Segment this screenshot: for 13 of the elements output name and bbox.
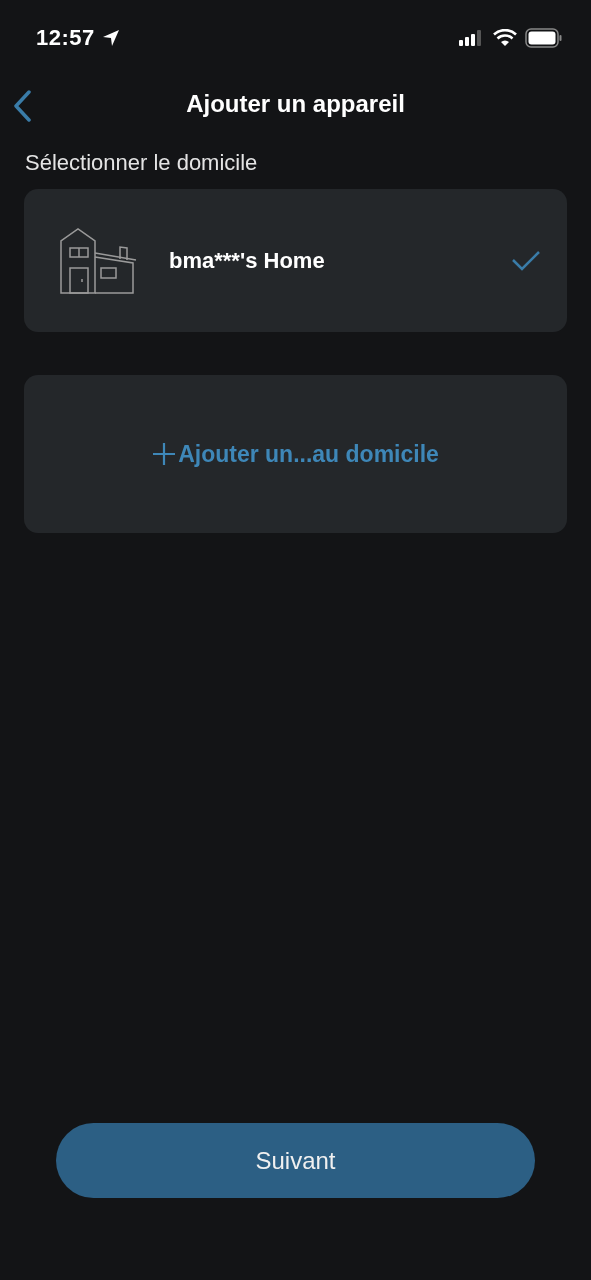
plus-icon	[152, 442, 177, 466]
back-icon	[12, 90, 32, 122]
next-button[interactable]: Suivant	[56, 1123, 535, 1198]
section-label: Sélectionner le domicile	[25, 150, 259, 176]
status-time: 12:57	[36, 25, 95, 51]
screen-title: Ajouter un appareil	[186, 90, 405, 118]
home-name: bma***'s Home	[169, 247, 326, 274]
signal-icon	[459, 30, 483, 46]
house-icon	[60, 227, 137, 294]
battery-icon	[525, 28, 563, 48]
home-option[interactable]: bma***'s Home	[24, 189, 567, 332]
add-home-button[interactable]: Ajouter un...au domicile	[24, 375, 567, 533]
wifi-icon	[493, 29, 517, 47]
